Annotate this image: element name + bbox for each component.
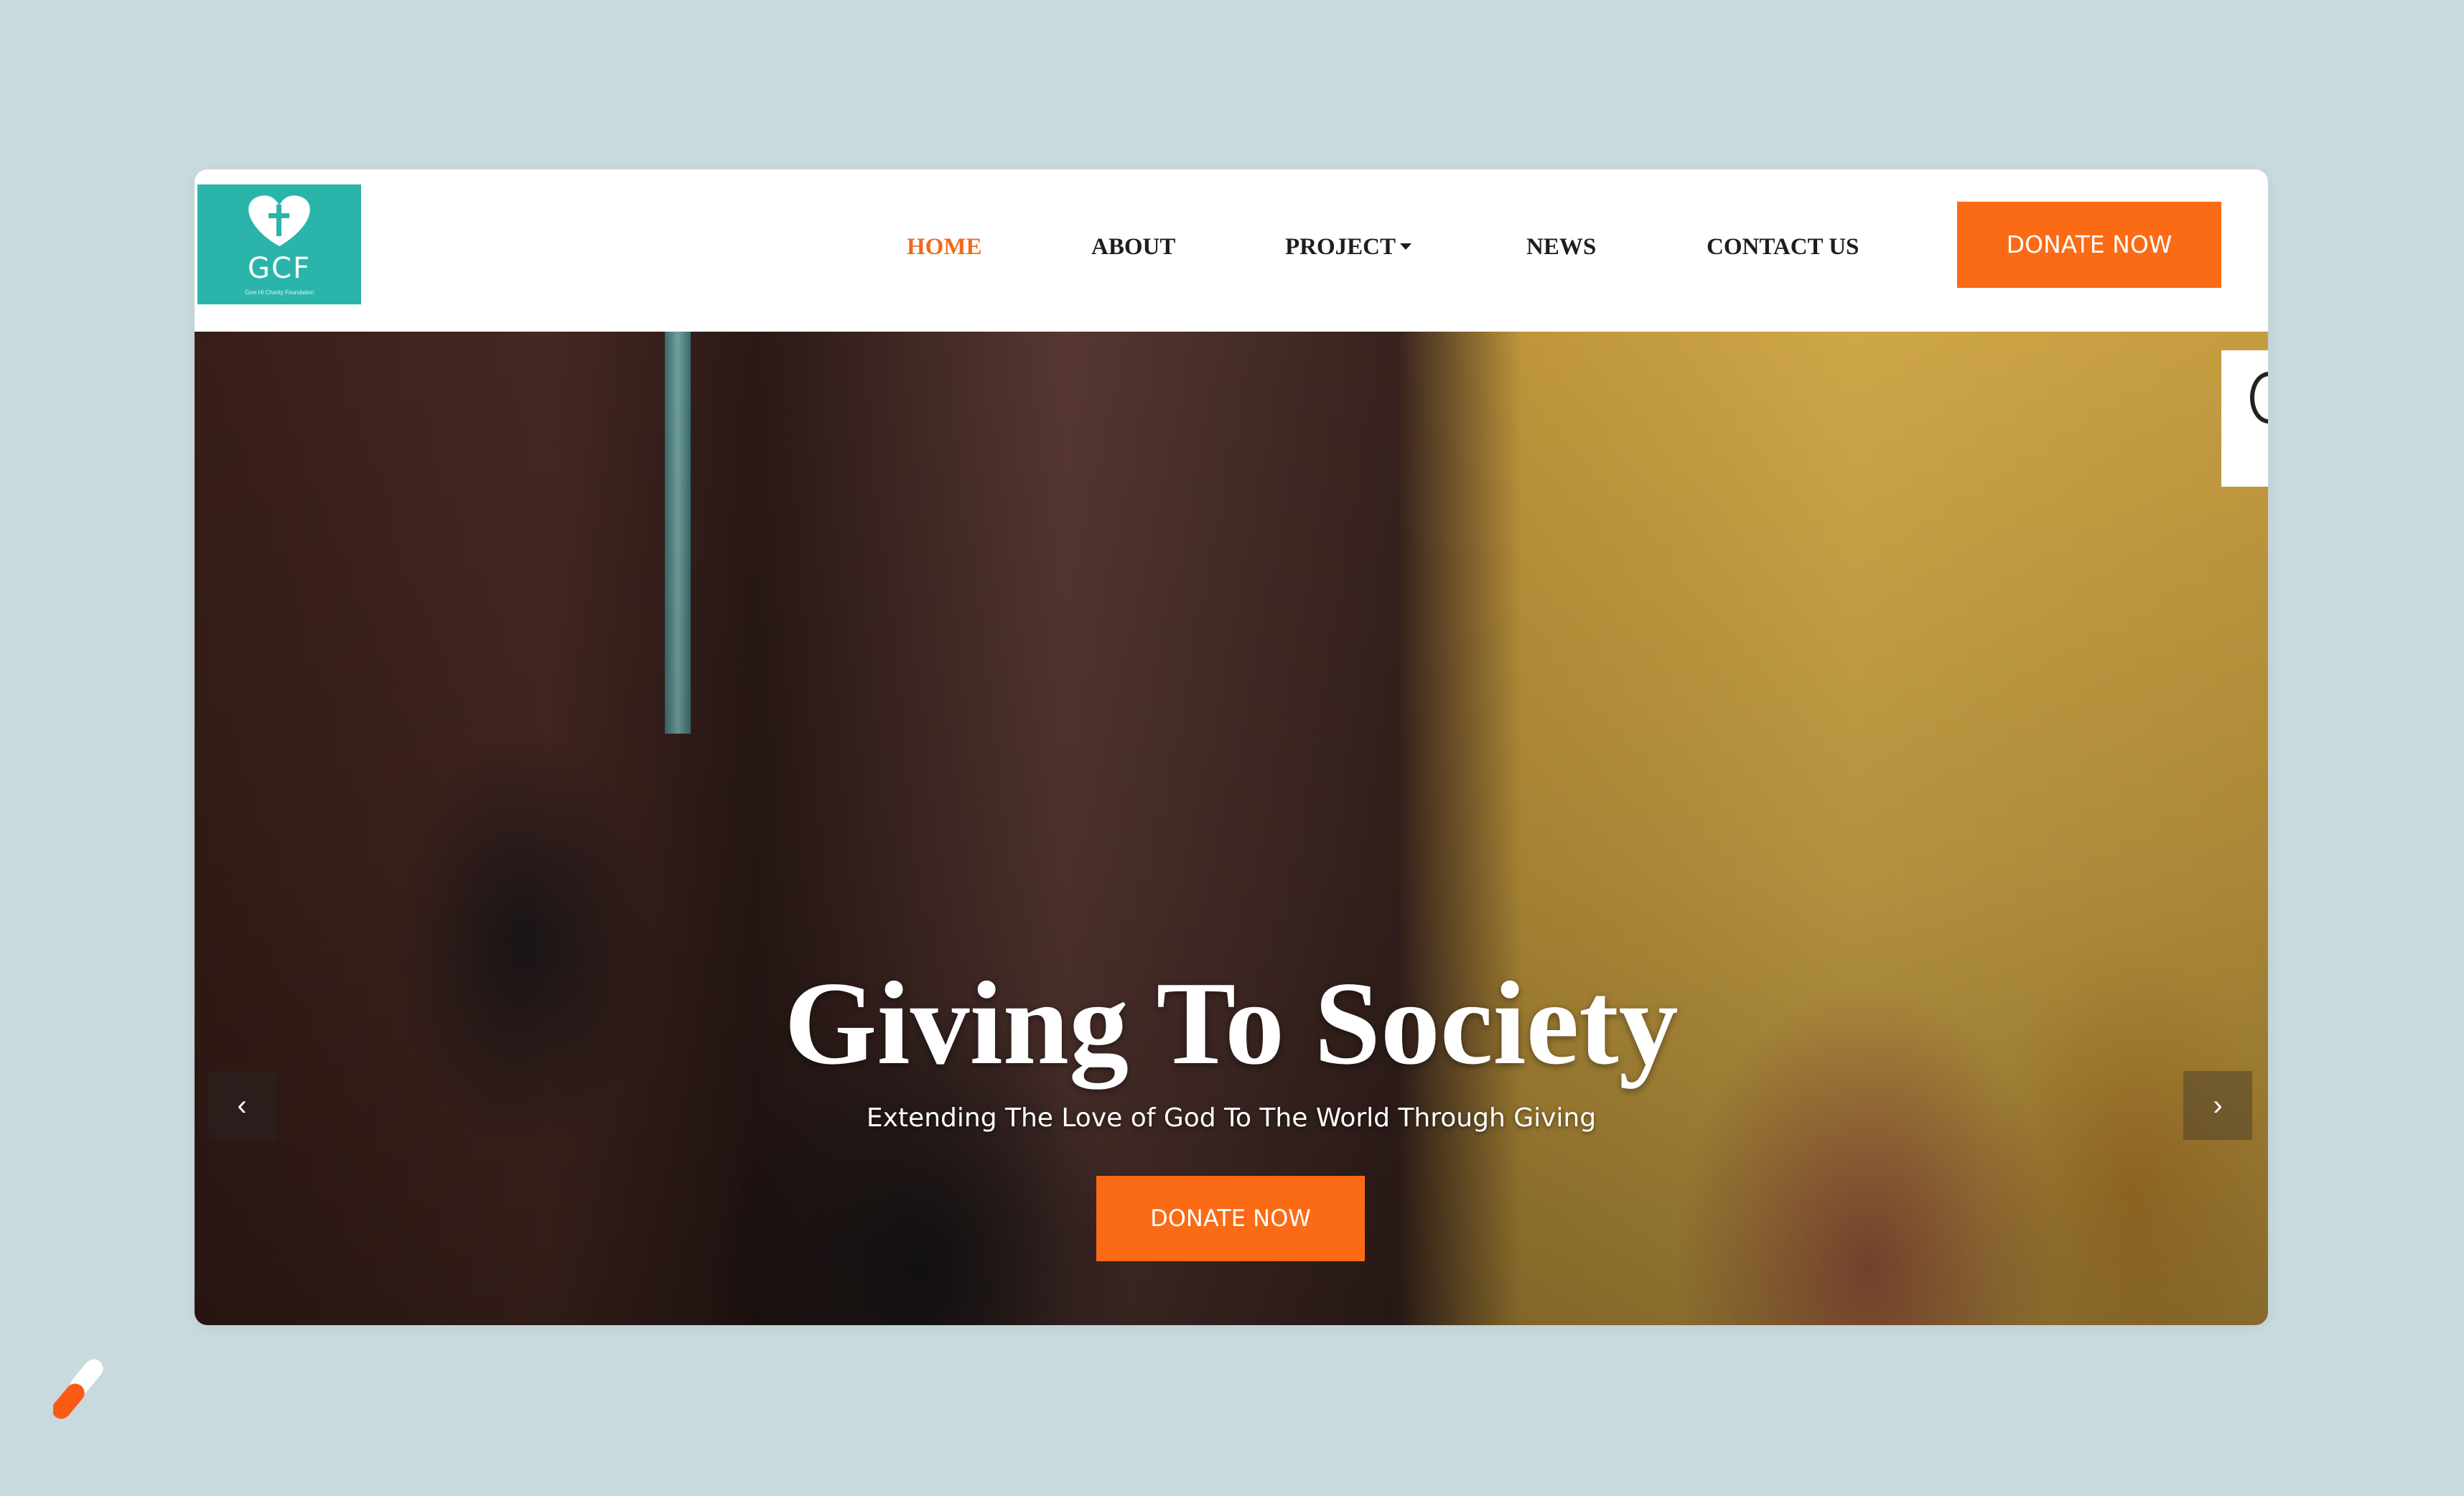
heart-cross-icon bbox=[248, 195, 310, 246]
side-widget[interactable] bbox=[2221, 350, 2268, 487]
nav-project[interactable]: PROJECT bbox=[1285, 229, 1412, 265]
browser-viewport: GCF Give Hi Charity Foundation HOME ABOU… bbox=[195, 169, 2268, 1325]
site-header: GCF Give Hi Charity Foundation HOME ABOU… bbox=[195, 169, 2268, 332]
header-donate-button[interactable]: DONATE NOW bbox=[1957, 202, 2221, 288]
brand-logo-icon bbox=[53, 1359, 103, 1419]
logo-tagline: Give Hi Charity Foundation bbox=[244, 289, 314, 296]
caret-down-icon bbox=[1400, 243, 1412, 250]
chevron-right-icon: › bbox=[2213, 1090, 2223, 1121]
widget-icon bbox=[2250, 372, 2268, 424]
nav-home[interactable]: HOME bbox=[907, 229, 982, 265]
chevron-left-icon: ‹ bbox=[237, 1090, 247, 1121]
nav-news[interactable]: NEWS bbox=[1526, 229, 1596, 265]
logo-text: GCF bbox=[248, 252, 311, 285]
carousel-next-button[interactable]: › bbox=[2183, 1071, 2252, 1140]
hero-subtitle: Extending The Love of God To The World T… bbox=[866, 1103, 1597, 1133]
carousel-prev-button[interactable]: ‹ bbox=[207, 1071, 276, 1140]
nav-about[interactable]: ABOUT bbox=[1091, 229, 1175, 265]
hero-title: Giving To Society bbox=[784, 957, 1679, 1089]
nav-project-label: PROJECT bbox=[1285, 234, 1396, 260]
hero-donate-button[interactable]: DONATE NOW bbox=[1096, 1176, 1365, 1261]
nav-contact-us[interactable]: CONTACT US bbox=[1707, 229, 1859, 265]
site-logo[interactable]: GCF Give Hi Charity Foundation bbox=[197, 184, 361, 304]
hero-carousel: Giving To Society Extending The Love of … bbox=[195, 332, 2268, 1325]
